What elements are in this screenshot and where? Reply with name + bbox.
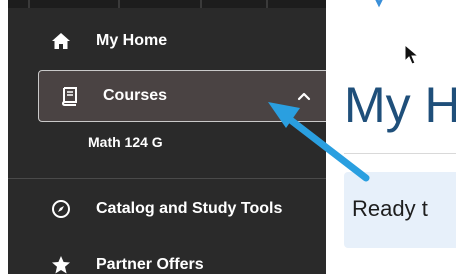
sidebar-item-label: Partner Offers <box>96 256 204 273</box>
mouse-cursor-icon <box>404 44 420 65</box>
sidebar-item-courses[interactable]: Courses <box>38 70 330 122</box>
title-divider <box>344 153 456 154</box>
main-content: My H Ready t <box>326 0 456 274</box>
sidebar-top-strip <box>8 0 326 8</box>
sidebar-item-label: Catalog and Study Tools <box>96 200 283 217</box>
sidebar-subitem-math-124g[interactable]: Math 124 G <box>88 134 163 150</box>
ready-card-text: Ready t <box>352 196 428 221</box>
home-icon <box>50 30 72 52</box>
sidebar-item-my-home[interactable]: My Home <box>8 26 326 56</box>
star-icon <box>50 254 72 276</box>
book-icon <box>59 85 81 107</box>
sidebar-item-label: My Home <box>96 32 168 49</box>
sidebar-item-partner-offers[interactable]: Partner Offers <box>8 250 326 280</box>
chevron-up-icon[interactable] <box>295 88 313 106</box>
sidebar-item-label: Courses <box>103 87 168 104</box>
logo-icon <box>375 0 383 8</box>
compass-icon <box>50 198 72 220</box>
sidebar-nav: My Home Courses Math 124 G Catalog and S… <box>8 0 330 274</box>
page-title: My H <box>344 77 456 133</box>
sidebar-item-catalog[interactable]: Catalog and Study Tools <box>8 194 326 224</box>
sidebar-divider <box>8 178 326 179</box>
